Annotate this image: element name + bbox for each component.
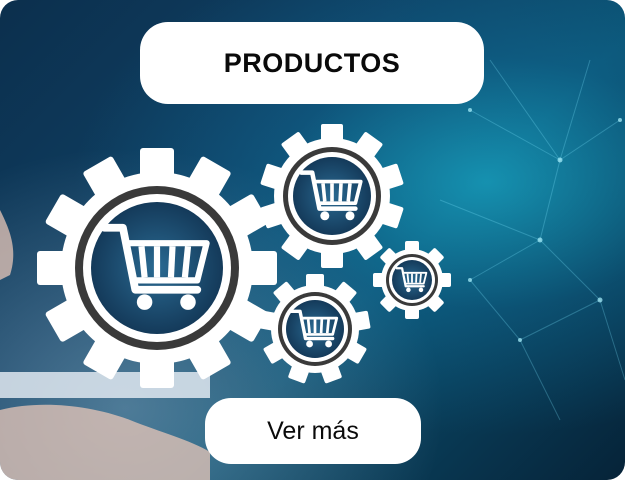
hand-shape (0, 404, 210, 480)
card-title: PRODUCTOS (223, 47, 401, 78)
cart-gear-icon (259, 274, 371, 384)
cart-gear-icon (260, 124, 404, 268)
cart-gear-icon (37, 148, 277, 388)
cart-gear-icon (373, 241, 451, 319)
network-lines (439, 59, 625, 421)
see-more-label: Ver más (267, 416, 359, 445)
see-more-button[interactable]: Ver más (205, 398, 421, 464)
product-card[interactable]: PRODUCTOS Ver más (0, 0, 625, 480)
title-pill: PRODUCTOS (140, 22, 484, 104)
